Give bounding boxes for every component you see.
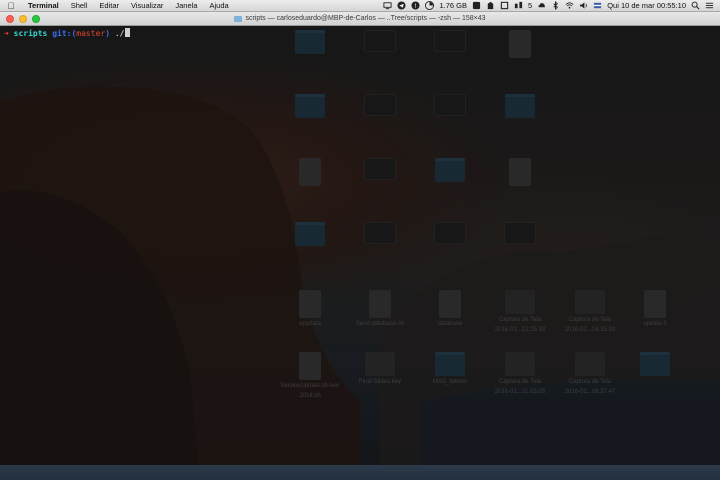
dropbox-icon[interactable]: ! xyxy=(411,1,421,10)
flag-icon[interactable] xyxy=(593,1,602,10)
volume-icon[interactable] xyxy=(579,1,588,10)
minimize-button[interactable] xyxy=(19,15,27,23)
telegram-icon[interactable] xyxy=(397,1,407,10)
wifi-icon[interactable] xyxy=(565,1,574,10)
prompt-git-label: git:( xyxy=(52,29,77,38)
svg-text:!: ! xyxy=(415,3,418,10)
memory-readout[interactable]: 1.76 GB xyxy=(439,1,467,10)
close-button[interactable] xyxy=(6,15,14,23)
menu-shell[interactable]: Shell xyxy=(65,0,94,12)
prompt-git-close: ) xyxy=(105,29,111,38)
zoom-button[interactable] xyxy=(32,15,40,23)
terminal-body[interactable]: ➜ scripts git:(master) ./ xyxy=(0,26,720,41)
wunderlist-icon[interactable] xyxy=(472,1,481,10)
menu-ajuda[interactable]: Ajuda xyxy=(203,0,234,12)
text-cursor xyxy=(124,28,130,37)
memory-icon[interactable] xyxy=(425,1,435,10)
menu-bar:  Terminal Shell Editar Visualizar Janel… xyxy=(0,0,720,12)
command-input[interactable]: ./ xyxy=(115,29,125,38)
prompt-arrow: ➜ xyxy=(4,29,9,38)
terminal-title-text: scripts — carloseduardo@MBP-de-Carlos — … xyxy=(245,15,486,22)
box-icon[interactable] xyxy=(500,1,509,10)
terminal-window[interactable]: scripts — carloseduardo@MBP-de-Carlos — … xyxy=(0,12,720,465)
spotlight-icon[interactable] xyxy=(691,1,700,10)
status-area: ! 1.76 GB 5 Qui 10 de mar 00:55:10 xyxy=(383,1,720,10)
clock[interactable]: Qui 10 de mar 00:55:10 xyxy=(607,1,686,10)
terminal-titlebar[interactable]: scripts — carloseduardo@MBP-de-Carlos — … xyxy=(0,12,720,26)
apple-menu-icon[interactable]:  xyxy=(0,0,22,12)
menu-app-name[interactable]: Terminal xyxy=(22,0,65,12)
prompt-directory: scripts xyxy=(13,29,48,38)
desktop-bottom-strip xyxy=(0,465,720,480)
notification-center-icon[interactable] xyxy=(705,1,714,10)
prompt-branch: master xyxy=(76,29,106,38)
bluetooth-icon[interactable] xyxy=(551,1,560,10)
menu-visualizar[interactable]: Visualizar xyxy=(125,0,169,12)
prompt-line[interactable]: ➜ scripts git:(master) ./ xyxy=(4,28,716,39)
mailbox-icon[interactable] xyxy=(514,1,523,10)
menu-editar[interactable]: Editar xyxy=(93,0,125,12)
evernote-icon[interactable] xyxy=(486,1,495,10)
display-icon[interactable] xyxy=(383,1,393,10)
menu-janela[interactable]: Janela xyxy=(169,0,203,12)
notification-count[interactable]: 5 xyxy=(528,1,532,10)
cloud-icon[interactable] xyxy=(537,1,546,10)
terminal-title: scripts — carloseduardo@MBP-de-Carlos — … xyxy=(234,15,486,22)
folder-icon xyxy=(234,15,243,22)
window-controls xyxy=(6,15,40,23)
